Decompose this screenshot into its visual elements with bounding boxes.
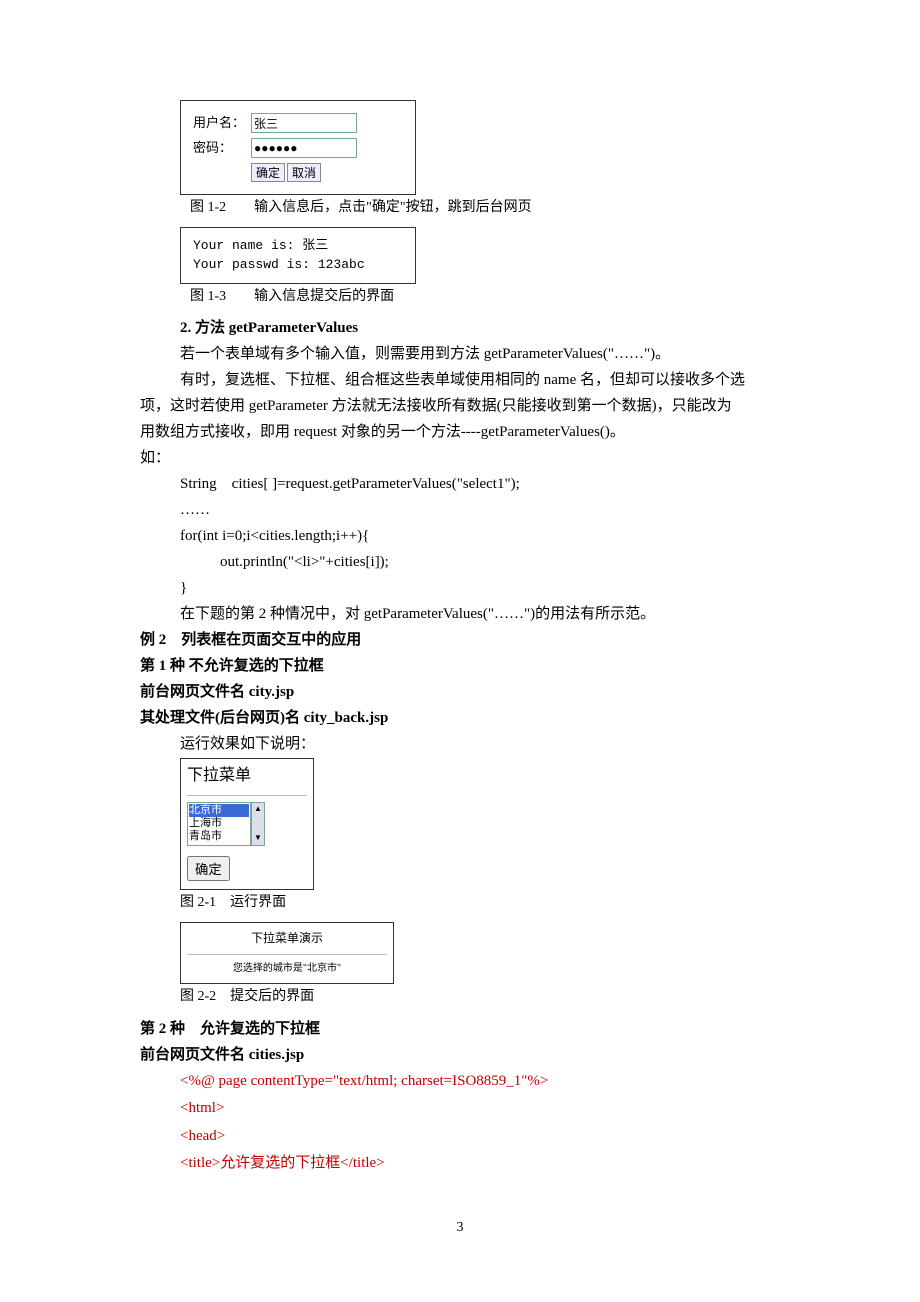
front-file-2: 前台网页文件名 cities.jsp <box>140 1043 780 1067</box>
list-item[interactable]: 北京市 <box>189 804 249 817</box>
back-file-1: 其处理文件(后台网页)名 city_back.jsp <box>140 706 780 730</box>
paragraph-2a: 有时，复选框、下拉框、组合框这些表单域使用相同的 name 名，但却可以接收多个… <box>180 368 780 392</box>
list-item[interactable]: 上海市 <box>189 817 249 830</box>
example-2-heading: 例 2 列表框在页面交互中的应用 <box>140 628 780 652</box>
source-line-2: <html> <box>180 1096 780 1122</box>
figure-1-3-caption: 图 1-3 输入信息提交后的界面 <box>190 286 780 308</box>
front-file-1: 前台网页文件名 city.jsp <box>140 680 780 704</box>
code-line-4: out.println("<li>"+cities[i]); <box>220 550 780 574</box>
source-line-4: <title>允许复选的下拉框</title> <box>180 1151 780 1177</box>
output-line-2: Your passwd is: 123abc <box>193 255 403 275</box>
paragraph-3: 如： <box>140 446 780 470</box>
list-item[interactable]: 青岛市 <box>189 830 249 843</box>
figure-1-2-caption: 图 1-2 输入信息后，点击"确定"按钮，跳到后台网页 <box>190 197 780 219</box>
paragraph-2c: 用数组方式接收，即用 request 对象的另一个方法----getParame… <box>140 420 780 444</box>
paragraph-4: 在下题的第 2 种情况中，对 getParameterValues("……")的… <box>180 602 780 626</box>
paragraph-2b: 项，这时若使用 getParameter 方法就无法接收所有数据(只能接收到第一… <box>140 394 780 418</box>
ok-button[interactable]: 确定 <box>251 163 285 182</box>
password-input[interactable] <box>251 138 357 158</box>
source-line-3: <head> <box>180 1124 780 1150</box>
code-line-3: for(int i=0;i<cities.length;i++){ <box>180 524 780 548</box>
result-title: 下拉菜单演示 <box>187 929 387 948</box>
login-form-figure: 用户名： 密码： 确定 取消 <box>180 100 416 195</box>
dropdown-figure: 下拉菜单 北京市 上海市 青岛市 ▲▼ 确定 <box>180 758 314 889</box>
username-label: 用户名： <box>193 113 251 134</box>
dropdown-ok-button[interactable]: 确定 <box>187 856 230 881</box>
password-label: 密码： <box>193 138 251 159</box>
output-figure: Your name is: 张三 Your passwd is: 123abc <box>180 227 416 284</box>
city-listbox[interactable]: 北京市 上海市 青岛市 <box>187 802 251 846</box>
dropdown-title: 下拉菜单 <box>187 763 307 789</box>
paragraph-1: 若一个表单域有多个输入值，则需要用到方法 getParameterValues(… <box>180 342 780 366</box>
username-input[interactable] <box>251 113 357 133</box>
source-line-1: <%@ page contentType="text/html; charset… <box>180 1069 780 1095</box>
figure-2-2-caption: 图 2-2 提交后的界面 <box>180 986 780 1008</box>
kind-2-heading: 第 2 种 允许复选的下拉框 <box>140 1017 780 1041</box>
run-note: 运行效果如下说明： <box>180 732 780 756</box>
kind-1-heading: 第 1 种 不允许复选的下拉框 <box>140 654 780 678</box>
cancel-button[interactable]: 取消 <box>287 163 321 182</box>
section-heading-2: 2. 方法 getParameterValues <box>180 316 780 340</box>
divider <box>187 795 307 796</box>
code-line-5: } <box>180 576 780 600</box>
page-number: 3 <box>140 1217 780 1239</box>
result-text: 您选择的城市是"北京市" <box>187 961 387 977</box>
output-line-1: Your name is: 张三 <box>193 236 403 256</box>
code-line-2: …… <box>180 498 780 522</box>
figure-2-1-caption: 图 2-1 运行界面 <box>180 892 780 914</box>
result-figure: 下拉菜单演示 您选择的城市是"北京市" <box>180 922 394 984</box>
scroll-icon[interactable]: ▲▼ <box>251 802 265 846</box>
code-line-1: String cities[ ]=request.getParameterVal… <box>180 472 780 496</box>
divider <box>187 954 387 955</box>
